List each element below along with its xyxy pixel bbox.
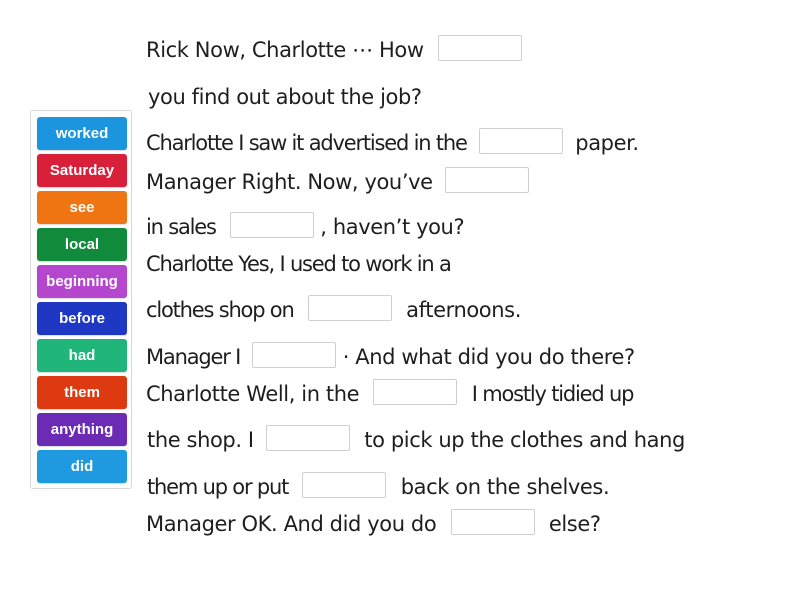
answer-gap-10[interactable] (450, 509, 535, 535)
answer-gap-2[interactable] (478, 128, 563, 154)
line-text: Charlotte Yes, I used to work in a (146, 252, 452, 276)
line-text: Charlotte Well, in the (146, 382, 360, 406)
line-text: clothes shop on (146, 298, 295, 322)
line-text: them up or put (147, 475, 289, 499)
answer-gap-4[interactable] (230, 212, 315, 238)
text-line-8: Manager I · And what did you do there? (146, 342, 635, 371)
text-line-3: Charlotte I saw it advertised in the pap… (146, 128, 639, 157)
answer-gap-9[interactable] (302, 472, 387, 498)
word-tile-before[interactable]: before (37, 302, 127, 335)
word-tile-had[interactable]: had (37, 339, 127, 372)
line-text: back on the shelves. (400, 475, 610, 499)
answer-gap-1[interactable] (437, 35, 522, 61)
text-line-4: Manager Right. Now, you’ve (146, 167, 529, 196)
word-tile-anything[interactable]: anything (37, 413, 127, 446)
line-text: paper. (575, 131, 639, 155)
text-line-10: the shop. I to pick up the clothes and h… (147, 425, 685, 454)
line-text: Manager I (146, 345, 241, 369)
line-text: you find out about the job? (148, 85, 422, 109)
text-line-5: in sales , haven’t you? (146, 212, 465, 241)
word-bank: worked Saturday see local beginning befo… (30, 110, 132, 489)
answer-gap-6[interactable] (252, 342, 337, 368)
answer-gap-7[interactable] (373, 379, 458, 405)
text-line-12: Manager OK. And did you do else? (146, 509, 601, 538)
text-line-11: them up or put back on the shelves. (147, 472, 610, 501)
line-text: · And what did you do there? (342, 345, 635, 369)
line-text: to pick up the clothes and hang (364, 428, 685, 452)
line-text: I mostly tidied up (471, 382, 635, 406)
line-text: the shop. I (147, 428, 254, 452)
answer-gap-8[interactable] (266, 425, 350, 451)
line-text: afternoons. (406, 298, 521, 322)
word-tile-saturday[interactable]: Saturday (37, 154, 127, 187)
word-tile-beginning[interactable]: beginning (37, 265, 127, 298)
word-tile-local[interactable]: local (37, 228, 127, 261)
text-line-9: Charlotte Well, in the I mostly tidied u… (146, 379, 635, 408)
line-text: Charlotte I saw it advertised in the (146, 131, 468, 155)
word-tile-did[interactable]: did (37, 450, 127, 483)
text-line-1: Rick Now, Charlotte ⋯ How (146, 35, 522, 64)
line-text: else? (548, 512, 601, 536)
answer-gap-3[interactable] (444, 167, 529, 193)
text-line-2: you find out about the job? (148, 85, 422, 109)
line-text: Manager Right. Now, you’ve (146, 170, 433, 194)
line-text: Manager OK. And did you do (146, 512, 437, 536)
line-text: in sales (146, 215, 217, 239)
line-text: Rick Now, Charlotte ⋯ How (146, 38, 424, 62)
word-tile-see[interactable]: see (37, 191, 127, 224)
word-tile-them[interactable]: them (37, 376, 127, 409)
word-tile-worked[interactable]: worked (37, 117, 127, 150)
answer-gap-5[interactable] (307, 295, 392, 321)
text-line-7: clothes shop on afternoons. (146, 295, 521, 324)
line-text: , haven’t you? (320, 215, 465, 239)
text-line-6: Charlotte Yes, I used to work in a (146, 252, 452, 276)
